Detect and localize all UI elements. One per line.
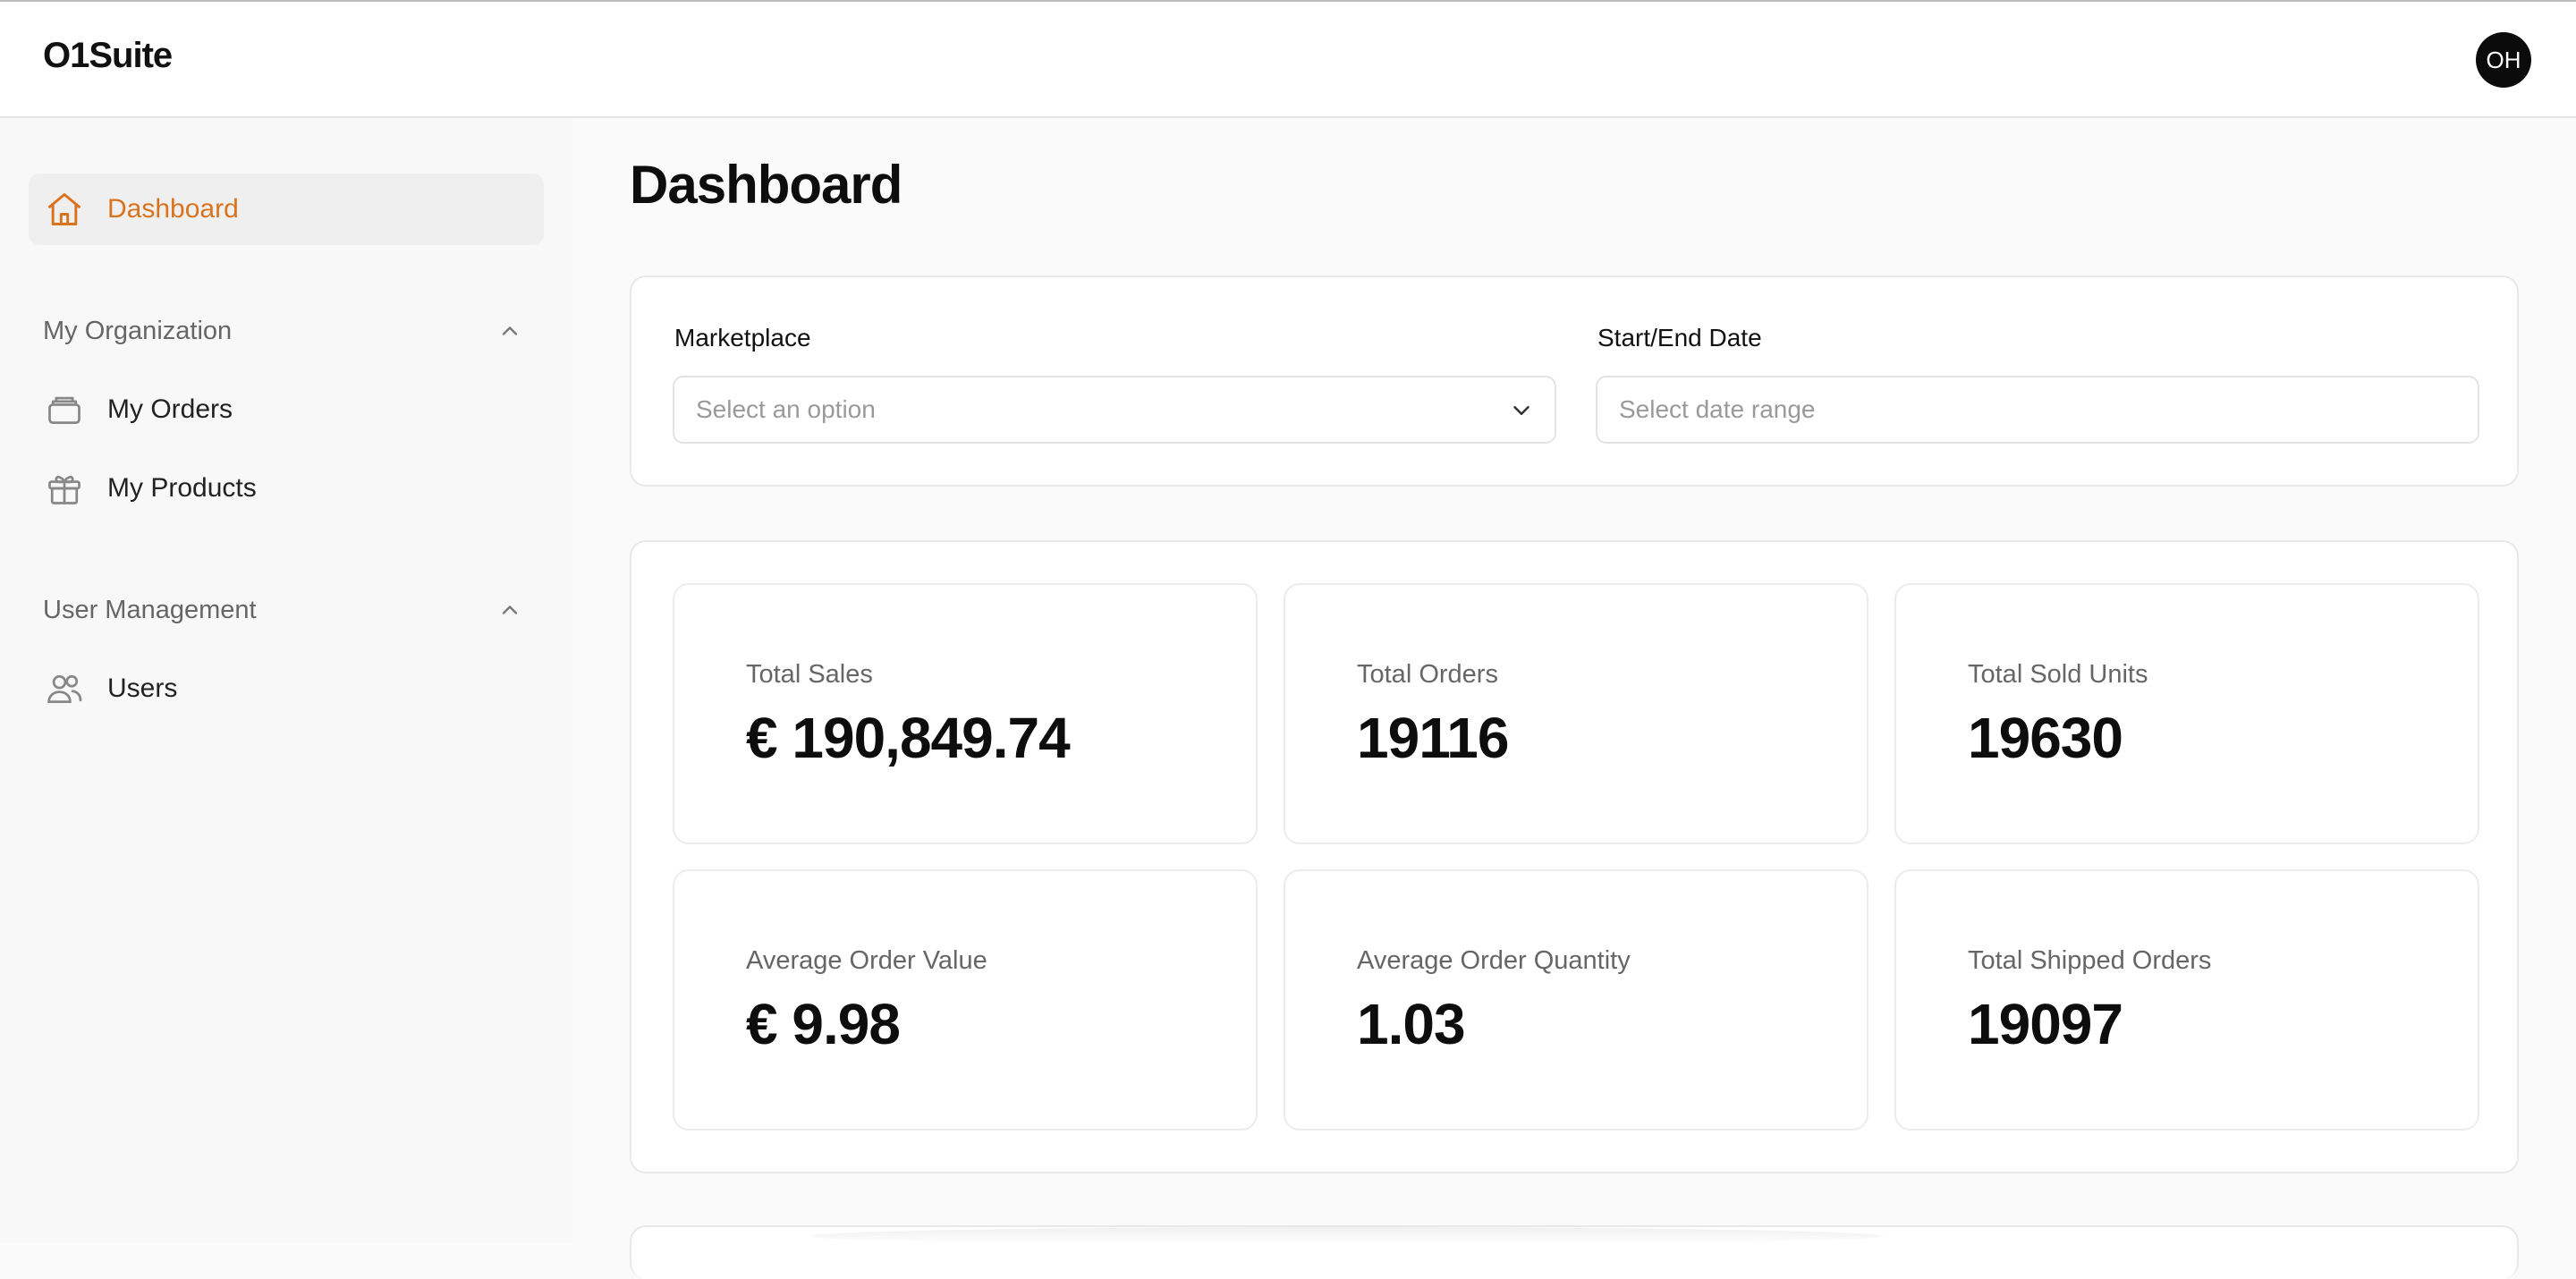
stat-value: € 190,849.74 bbox=[746, 706, 1071, 770]
home-icon bbox=[43, 188, 86, 231]
section-my-organization[interactable]: My Organization bbox=[43, 309, 522, 352]
archive-icon bbox=[43, 388, 86, 431]
gift-icon bbox=[43, 467, 86, 510]
top-bar: O1Suite OH bbox=[0, 0, 2576, 118]
stat-value: € 9.98 bbox=[746, 992, 901, 1056]
stat-total-sold-units: Total Sold Units 19630 bbox=[1894, 583, 2479, 844]
sidebar-item-my-products[interactable]: My Products bbox=[29, 453, 544, 524]
user-avatar[interactable]: OH bbox=[2476, 32, 2531, 88]
filters-card: Marketplace Select an option Start/End D… bbox=[630, 275, 2519, 487]
stat-average-order-value: Average Order Value € 9.98 bbox=[673, 869, 1258, 1131]
stat-average-order-quantity: Average Order Quantity 1.03 bbox=[1284, 869, 1868, 1131]
section-user-management[interactable]: User Management bbox=[43, 589, 522, 631]
date-label: Start/End Date bbox=[1597, 324, 1762, 352]
marketplace-label: Marketplace bbox=[674, 324, 811, 352]
stat-total-sales: Total Sales € 190,849.74 bbox=[673, 583, 1258, 844]
next-card-partial bbox=[630, 1225, 2519, 1279]
stat-label: Average Order Value bbox=[746, 946, 987, 975]
section-title: User Management bbox=[43, 595, 257, 624]
main-content: Dashboard Marketplace Select an option S… bbox=[572, 118, 2576, 1279]
section-title: My Organization bbox=[43, 316, 233, 345]
sidebar-item-label: My Products bbox=[107, 473, 257, 503]
stat-label: Total Sales bbox=[746, 660, 873, 689]
sidebar-item-label: Dashboard bbox=[107, 194, 239, 224]
users-icon bbox=[43, 667, 86, 710]
date-range-input[interactable]: Select date range bbox=[1596, 376, 2479, 444]
chevron-up-icon bbox=[502, 326, 518, 335]
stat-label: Total Sold Units bbox=[1968, 660, 2148, 689]
chevron-down-icon bbox=[1513, 406, 1530, 415]
marketplace-select[interactable]: Select an option bbox=[673, 376, 1556, 444]
brand-logo[interactable]: O1Suite bbox=[43, 36, 173, 76]
sidebar-item-users[interactable]: Users bbox=[29, 653, 544, 724]
sidebar-item-dashboard[interactable]: Dashboard bbox=[29, 174, 544, 245]
stat-value: 1.03 bbox=[1357, 992, 1466, 1056]
chevron-up-icon bbox=[502, 606, 518, 614]
stat-label: Total Orders bbox=[1357, 660, 1498, 689]
stat-total-orders: Total Orders 19116 bbox=[1284, 583, 1868, 844]
stat-value: 19097 bbox=[1968, 992, 2123, 1056]
stat-label: Average Order Quantity bbox=[1357, 946, 1631, 975]
page-title: Dashboard bbox=[630, 155, 902, 215]
sidebar: Dashboard My Organization My Orders My P… bbox=[0, 118, 572, 1243]
stat-label: Total Shipped Orders bbox=[1968, 946, 2212, 975]
sidebar-item-label: Users bbox=[107, 673, 178, 703]
sidebar-item-label: My Orders bbox=[107, 394, 233, 424]
date-placeholder: Select date range bbox=[1619, 395, 1816, 423]
stat-total-shipped-orders: Total Shipped Orders 19097 bbox=[1894, 869, 2479, 1131]
stat-value: 19630 bbox=[1968, 706, 2123, 770]
card-shadow bbox=[810, 1227, 1884, 1245]
sidebar-item-my-orders[interactable]: My Orders bbox=[29, 374, 544, 445]
stat-value: 19116 bbox=[1357, 706, 1509, 770]
marketplace-placeholder: Select an option bbox=[696, 395, 876, 423]
stats-card: Total Sales € 190,849.74 Total Orders 19… bbox=[630, 540, 2519, 1173]
